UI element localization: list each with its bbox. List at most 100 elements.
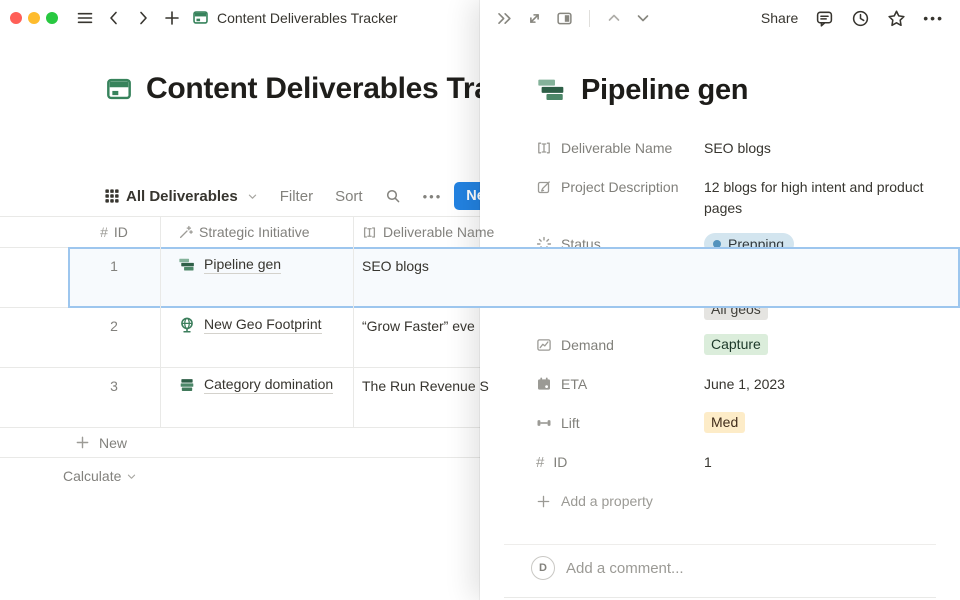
comment-composer[interactable]: D Add a comment... bbox=[531, 556, 684, 580]
chevron-down-icon bbox=[126, 471, 137, 482]
property-label-text: Lift bbox=[561, 415, 580, 431]
property-label[interactable]: Lift bbox=[536, 409, 704, 437]
cell-id[interactable]: 2 bbox=[68, 318, 160, 334]
cell-deliverable[interactable]: SEO blogs bbox=[362, 258, 429, 274]
calendar-icon bbox=[536, 376, 552, 392]
history-clock-icon[interactable] bbox=[851, 9, 870, 28]
view-toolbar: All Deliverables Filter Sort ••• New bbox=[105, 180, 534, 212]
column-header-label: ID bbox=[114, 224, 128, 240]
edit-icon bbox=[536, 179, 552, 195]
hash-icon: # bbox=[536, 454, 544, 471]
property-value[interactable]: SEO blogs bbox=[704, 134, 938, 159]
new-tab-button[interactable] bbox=[163, 9, 181, 27]
column-divider bbox=[160, 217, 161, 427]
cell-id[interactable]: 1 bbox=[68, 258, 160, 274]
property-row-lift: Lift Med bbox=[536, 409, 938, 437]
record-title[interactable]: Pipeline gen bbox=[536, 74, 748, 107]
topbar-divider bbox=[589, 10, 590, 27]
page-database-icon bbox=[105, 75, 133, 103]
property-value[interactable]: Med bbox=[704, 409, 938, 433]
comment-input[interactable]: Add a comment... bbox=[566, 560, 684, 577]
table-view-icon bbox=[105, 189, 119, 203]
chevron-down-icon bbox=[247, 191, 258, 202]
property-row-project-description: Project Description 12 blogs for high in… bbox=[536, 173, 938, 219]
property-label[interactable]: # ID bbox=[536, 448, 704, 476]
property-value[interactable]: June 1, 2023 bbox=[704, 370, 938, 395]
column-header-strategic-initiative[interactable]: Strategic Initiative bbox=[178, 224, 310, 240]
user-avatar: D bbox=[531, 556, 555, 580]
bar-chart-icon bbox=[178, 256, 196, 274]
add-property-button[interactable]: Add a property bbox=[536, 487, 938, 515]
zoom-window-button[interactable] bbox=[46, 12, 58, 24]
cell-initiative[interactable]: Pipeline gen bbox=[178, 256, 281, 274]
demand-tag[interactable]: Capture bbox=[704, 334, 768, 355]
title-icon bbox=[362, 225, 377, 240]
page-link[interactable]: New Geo Footprint bbox=[204, 316, 322, 334]
column-header-label: Deliverable Name bbox=[383, 224, 494, 240]
plus-icon bbox=[75, 435, 90, 450]
plus-icon bbox=[536, 494, 551, 509]
property-label-text: Project Description bbox=[561, 179, 679, 195]
hash-icon: # bbox=[100, 224, 108, 240]
close-window-button[interactable] bbox=[10, 12, 22, 24]
cell-initiative[interactable]: Category domination bbox=[178, 376, 333, 394]
property-label-text: ID bbox=[553, 454, 567, 470]
property-row-eta: ETA June 1, 2023 bbox=[536, 370, 938, 398]
minimize-window-button[interactable] bbox=[28, 12, 40, 24]
property-row-id: # ID 1 bbox=[536, 448, 938, 476]
record-title-text: Pipeline gen bbox=[581, 74, 748, 107]
cell-id[interactable]: 3 bbox=[68, 378, 160, 394]
cell-deliverable[interactable]: The Run Revenue S bbox=[362, 378, 489, 394]
comments-icon[interactable] bbox=[815, 9, 834, 28]
title-icon bbox=[536, 140, 552, 156]
view-tab-all-deliverables[interactable]: All Deliverables bbox=[105, 188, 258, 205]
close-peek-icon[interactable] bbox=[496, 10, 513, 27]
nav-back-button[interactable] bbox=[105, 9, 123, 27]
window-titlebar: Content Deliverables Tracker bbox=[0, 0, 480, 36]
column-header-deliverable-name[interactable]: Deliverable Name bbox=[362, 224, 494, 240]
property-label-text: ETA bbox=[561, 376, 587, 392]
property-value[interactable]: Capture bbox=[704, 331, 938, 355]
cell-deliverable[interactable]: “Grow Faster” eve bbox=[362, 318, 475, 334]
property-value[interactable]: 1 bbox=[704, 448, 938, 473]
nav-forward-button[interactable] bbox=[134, 9, 152, 27]
previous-record-icon[interactable] bbox=[606, 10, 622, 26]
comment-divider bbox=[504, 544, 936, 545]
property-label[interactable]: Project Description bbox=[536, 173, 704, 201]
sidebar-menu-icon[interactable] bbox=[76, 9, 94, 27]
panel-topbar: Share ••• bbox=[480, 0, 960, 36]
favorite-star-icon[interactable] bbox=[887, 9, 906, 28]
window-doc-title: Content Deliverables Tracker bbox=[217, 10, 398, 26]
new-row-label: New bbox=[99, 435, 127, 451]
property-value[interactable]: 12 blogs for high intent and product pag… bbox=[704, 173, 938, 219]
share-button[interactable]: Share bbox=[761, 10, 798, 26]
calculate-button[interactable]: Calculate bbox=[63, 462, 137, 490]
column-header-label: Strategic Initiative bbox=[199, 224, 310, 240]
property-label[interactable]: Demand bbox=[536, 331, 704, 359]
panel-bottom-divider bbox=[504, 597, 936, 598]
next-record-icon[interactable] bbox=[635, 10, 651, 26]
app-window: Content Deliverables Tracker Content Del… bbox=[0, 0, 960, 600]
open-full-page-icon[interactable] bbox=[526, 10, 543, 27]
page-link[interactable]: Category domination bbox=[204, 376, 333, 394]
wand-icon bbox=[178, 225, 193, 240]
property-row-deliverable-name: Deliverable Name SEO blogs bbox=[536, 134, 938, 162]
side-peek-mode-icon[interactable] bbox=[556, 10, 573, 27]
property-label[interactable]: ETA bbox=[536, 370, 704, 398]
search-icon[interactable] bbox=[385, 188, 401, 204]
property-list: Deliverable Name SEO blogs Project Descr… bbox=[536, 134, 938, 515]
lift-tag[interactable]: Med bbox=[704, 412, 745, 433]
stack-icon bbox=[178, 376, 196, 394]
dumbbell-icon bbox=[536, 415, 552, 431]
page-link[interactable]: Pipeline gen bbox=[204, 256, 281, 274]
more-options-icon[interactable]: ••• bbox=[423, 189, 443, 204]
filter-button[interactable]: Filter bbox=[280, 188, 313, 205]
sort-button[interactable]: Sort bbox=[335, 188, 363, 205]
cell-initiative[interactable]: New Geo Footprint bbox=[178, 316, 322, 334]
page-options-icon[interactable]: ••• bbox=[923, 10, 944, 26]
column-divider bbox=[353, 217, 354, 427]
column-header-id[interactable]: # ID bbox=[68, 224, 160, 240]
property-label[interactable]: Deliverable Name bbox=[536, 134, 704, 162]
table-new-row-button[interactable]: New bbox=[75, 428, 127, 457]
database-icon bbox=[192, 9, 210, 27]
